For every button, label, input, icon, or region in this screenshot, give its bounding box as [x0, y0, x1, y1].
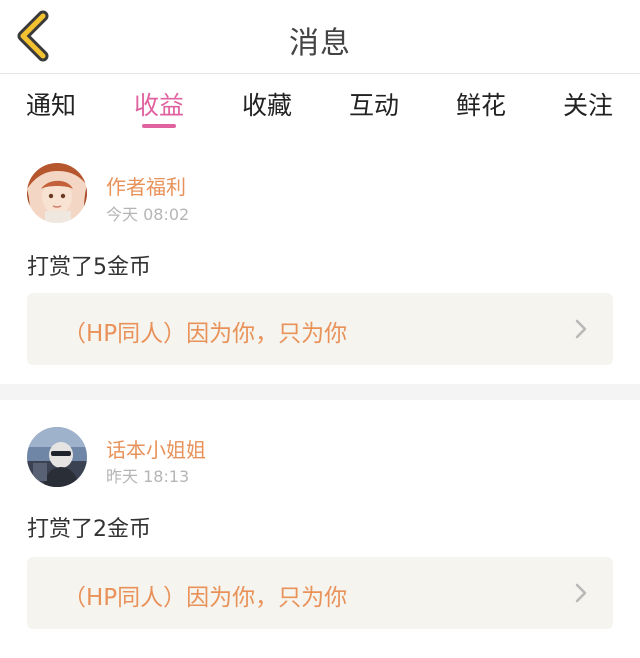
tab-earnings[interactable]: 收益: [134, 86, 184, 122]
reference-card[interactable]: （HP同人）因为你，只为你: [27, 557, 613, 629]
avatar[interactable]: [27, 163, 87, 223]
tab-follows[interactable]: 关注: [563, 86, 613, 122]
avatar-anime-girl-icon: [27, 163, 87, 223]
message-text: 打赏了2金币: [27, 517, 151, 542]
page-title: 消息: [289, 26, 351, 61]
tab-interactions[interactable]: 互动: [349, 86, 399, 122]
tab-flowers[interactable]: 鲜花: [456, 86, 506, 122]
avatar[interactable]: [27, 427, 87, 487]
tab-favorites[interactable]: 收藏: [242, 86, 292, 122]
message-time: 昨天 18:13: [106, 467, 190, 486]
avatar-photo-icon: [27, 427, 87, 487]
tab-notifications[interactable]: 通知: [26, 86, 76, 122]
chevron-right-icon: [575, 319, 587, 339]
message-text: 打赏了5金币: [27, 255, 151, 280]
messages-screen: 消息 通知 收益 收藏 互动 鲜花 关注 作者福利 今天 08:02 打赏了5金…: [0, 0, 640, 658]
sender-name[interactable]: 话本小姐姐: [106, 434, 206, 463]
section-divider: [0, 384, 640, 400]
reference-title: （HP同人）因为你，只为你: [63, 321, 348, 347]
message-item: 话本小姐姐 昨天 18:13 打赏了2金币 （HP同人）因为你，只为你: [0, 400, 640, 658]
chevron-right-icon: [575, 583, 587, 603]
message-time: 今天 08:02: [106, 205, 190, 224]
tab-bar: 通知 收益 收藏 互动 鲜花 关注: [0, 74, 640, 138]
message-item: 作者福利 今天 08:02 打赏了5金币 （HP同人）因为你，只为你: [0, 138, 640, 382]
reference-title: （HP同人）因为你，只为你: [63, 585, 348, 611]
active-tab-indicator: [142, 124, 176, 128]
sender-name[interactable]: 作者福利: [106, 171, 186, 200]
header-bar: 消息: [0, 0, 640, 74]
reference-card[interactable]: （HP同人）因为你，只为你: [27, 293, 613, 365]
